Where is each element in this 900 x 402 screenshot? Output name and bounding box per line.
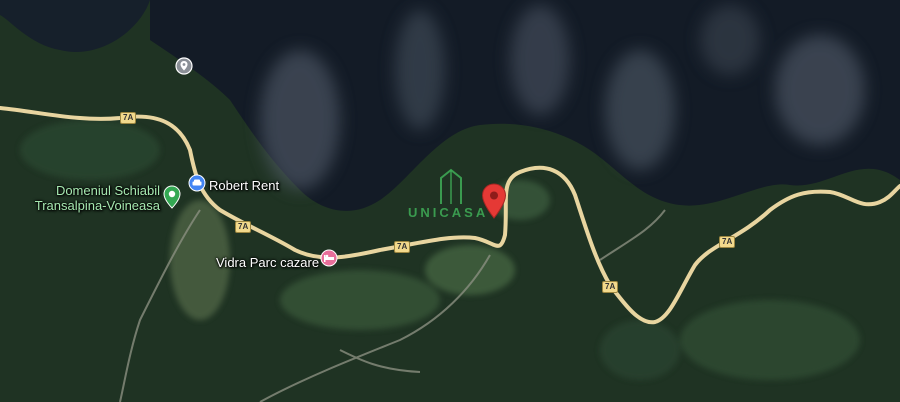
road-shield: 7A: [394, 241, 411, 253]
hotel-icon[interactable]: [320, 249, 338, 267]
road-shield: 7A: [602, 281, 619, 293]
camera-icon[interactable]: [175, 57, 193, 75]
satellite-map[interactable]: 7A 7A 7A 7A 7A Domeniul Schiabil Transal…: [0, 0, 900, 402]
road-shield: 7A: [120, 112, 137, 124]
road-shield: 7A: [719, 236, 736, 248]
road-shield: 7A: [235, 221, 252, 233]
location-pin-icon[interactable]: [481, 183, 507, 219]
park-icon[interactable]: [163, 185, 181, 209]
car-rental-icon[interactable]: [188, 174, 206, 192]
brand-logo-icon: [440, 168, 462, 204]
place-label-robert-rent[interactable]: Robert Rent: [209, 178, 279, 193]
place-label-ski-domain[interactable]: Domeniul Schiabil Transalpina-Voineasa: [20, 183, 160, 213]
brand-watermark: UNICASA: [408, 205, 489, 220]
place-label-vidra-parc[interactable]: Vidra Parc cazare: [216, 255, 319, 270]
